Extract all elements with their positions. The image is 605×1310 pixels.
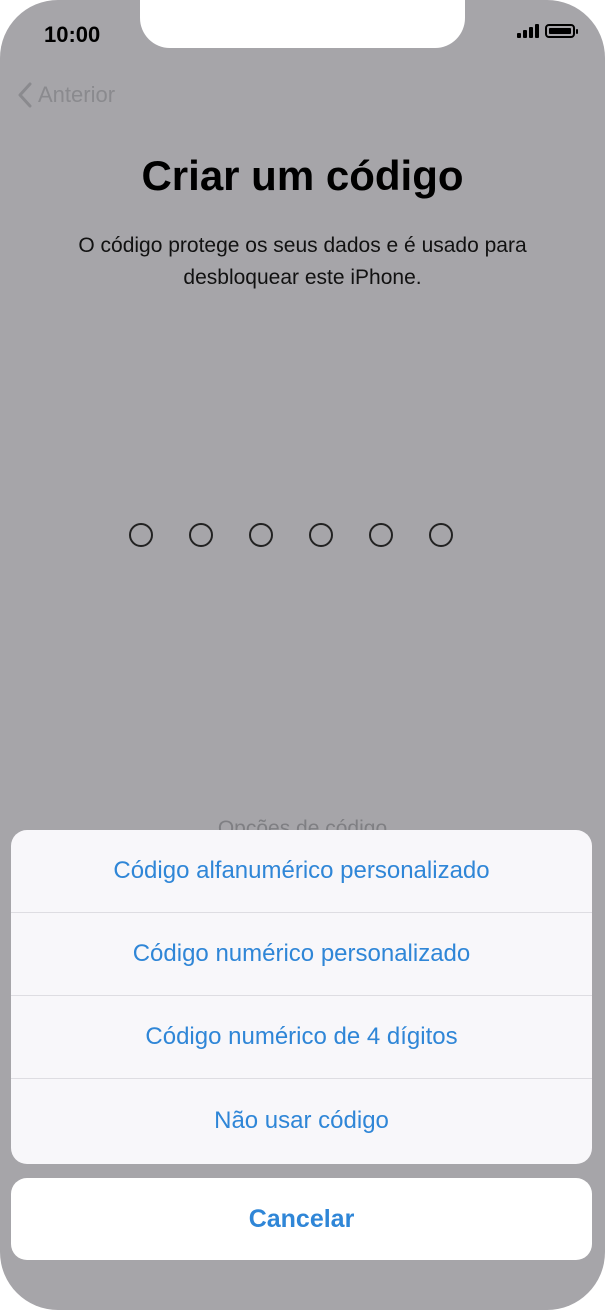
passcode-dots [129,523,453,547]
option-no-passcode[interactable]: Não usar código [11,1079,592,1162]
page-title: Criar um código [141,152,464,199]
passcode-dot [249,523,273,547]
passcode-dot [189,523,213,547]
option-4-digit-numeric[interactable]: Código numérico de 4 dígitos [11,996,592,1079]
passcode-dot [129,523,153,547]
passcode-dot [429,523,453,547]
back-label: Anterior [38,82,116,107]
status-time: 10:00 [44,22,101,47]
notch [140,0,465,48]
passcode-dot [309,523,333,547]
cancel-button[interactable]: Cancelar [11,1178,592,1260]
status-icons [517,24,578,38]
chevron-left-icon [18,82,32,108]
option-custom-numeric[interactable]: Código numérico personalizado [11,913,592,996]
cellular-signal-icon [517,24,539,38]
page-subtitle: O código protege os seus dados e é usado… [78,234,527,289]
battery-icon [545,24,578,38]
action-sheet: Código alfanumérico personalizado Código… [11,830,592,1164]
passcode-dot [369,523,393,547]
option-custom-alphanumeric[interactable]: Código alfanumérico personalizado [11,830,592,913]
back-button[interactable]: Anterior [18,82,115,108]
phone-screen: 10:00 Anterior Criar um código O código … [0,0,605,1310]
